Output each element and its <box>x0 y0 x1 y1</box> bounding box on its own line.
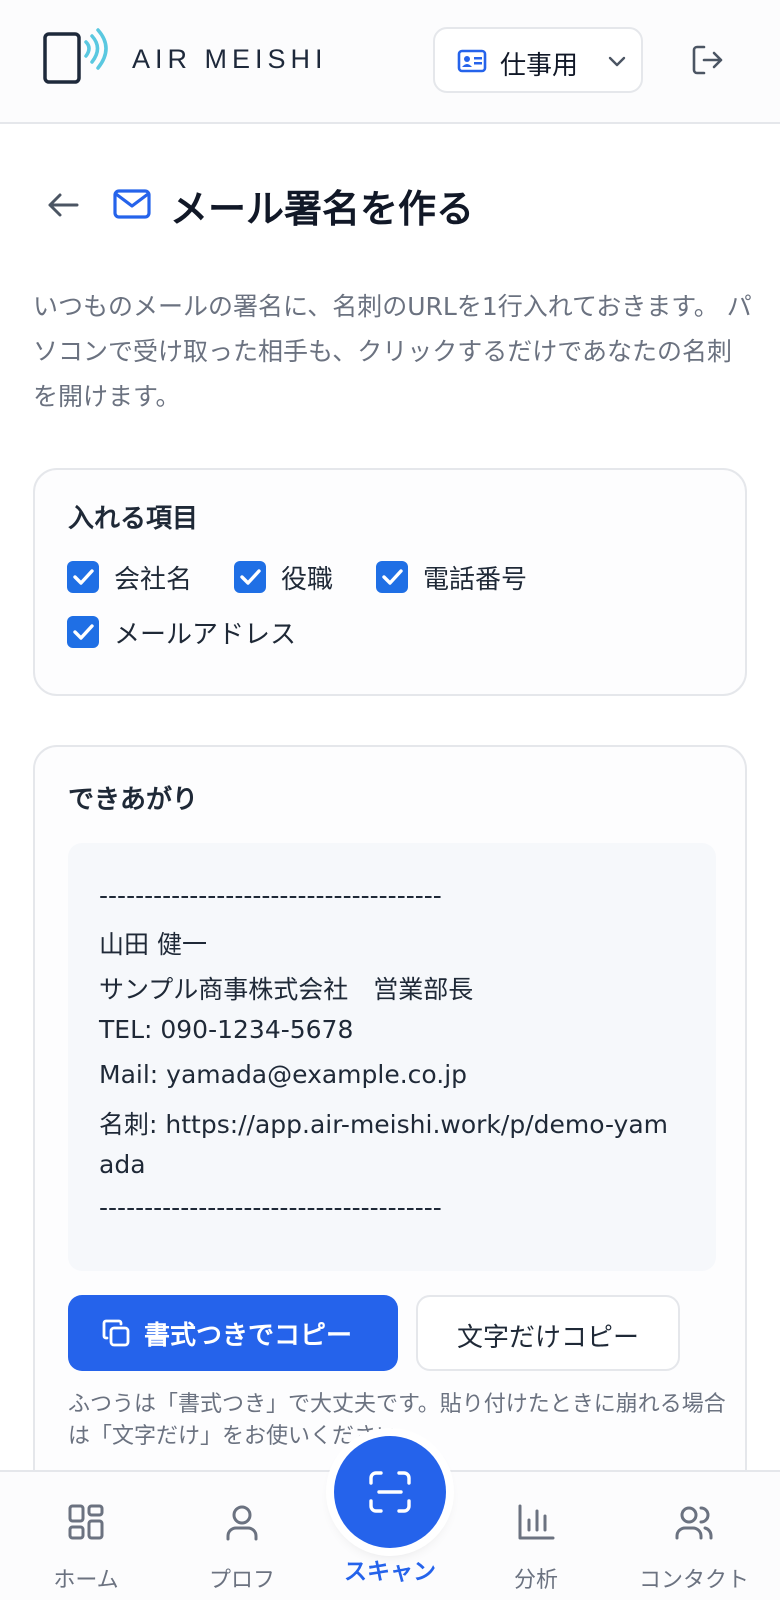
copy-text-button[interactable]: 文字だけコピー <box>416 1295 680 1371</box>
mail-icon <box>113 189 151 219</box>
grid-icon <box>68 1504 104 1540</box>
nav-analytics-label: 分析 <box>513 1568 558 1593</box>
user-icon <box>226 1505 258 1541</box>
signature-line: 山田 健一 <box>99 930 207 959</box>
check-icon <box>73 624 94 640</box>
nav-profile-label: プロフ <box>208 1568 275 1593</box>
profile-switch-dropdown[interactable]: 仕事用 <box>433 27 643 93</box>
checkbox-phone[interactable] <box>376 561 408 593</box>
nav-home[interactable]: ホーム <box>8 1472 164 1600</box>
check-icon <box>382 569 403 585</box>
nav-contacts[interactable]: コンタクト <box>616 1472 772 1600</box>
chevron-down-icon <box>608 56 626 67</box>
checkbox-email[interactable] <box>67 616 99 648</box>
scan-icon <box>369 1471 411 1513</box>
checkbox-company-label[interactable]: 会社名 <box>114 559 192 596</box>
signature-line: -------------------------------------- <box>99 1193 442 1222</box>
items-card-title: 入れる項目 <box>68 504 199 534</box>
checkbox-title[interactable] <box>234 561 266 593</box>
users-icon <box>675 1506 713 1540</box>
signature-line: ada <box>99 1150 146 1179</box>
copy-formatted-button[interactable]: 書式つきでコピー <box>68 1295 398 1371</box>
checkbox-phone-label[interactable]: 電話番号 <box>423 559 527 596</box>
checkbox-title-label[interactable]: 役職 <box>281 559 333 596</box>
checkbox-email-label[interactable]: メールアドレス <box>114 614 296 651</box>
check-icon <box>73 569 94 585</box>
copy-formatted-label: 書式つきでコピー <box>144 1321 353 1351</box>
nav-profile[interactable]: プロフ <box>164 1472 320 1600</box>
id-card-icon <box>457 49 487 73</box>
checkbox-company[interactable] <box>67 561 99 593</box>
copy-text-label: 文字だけコピー <box>456 1323 639 1353</box>
signature-line: 名刺: https://app.air-meishi.work/p/demo-y… <box>99 1110 669 1139</box>
nav-scan-label[interactable]: スキャン <box>312 1552 468 1586</box>
preview-card-title: できあがり <box>68 785 199 815</box>
logout-icon[interactable] <box>690 42 726 78</box>
copy-icon <box>102 1319 130 1347</box>
nav-home-label: ホーム <box>53 1568 119 1593</box>
scan-button[interactable] <box>334 1436 446 1548</box>
signature-line: サンプル商事株式会社 営業部長 <box>99 975 474 1004</box>
page-description: いつものメールの署名に、名刺のURLを1行入れておきます。 パソコンで受け取った… <box>33 292 752 411</box>
items-card: 入れる項目 会社名 役職 電話番号 メールアドレス <box>33 468 747 696</box>
logo-icon <box>43 28 108 84</box>
app-header: AIR MEISHI 仕事用 <box>0 0 780 124</box>
signature-line: Mail: yamada@example.co.jp <box>99 1060 468 1089</box>
back-arrow-icon[interactable] <box>44 186 82 224</box>
check-icon <box>240 569 261 585</box>
page-title: メール署名を作る <box>170 187 475 231</box>
bar-chart-icon <box>518 1504 555 1540</box>
signature-line: TEL: 090-1234-5678 <box>99 1015 354 1044</box>
signature-preview: -------------------------------------- 山… <box>68 843 716 1271</box>
preview-card: できあがり ----------------------------------… <box>33 745 747 1505</box>
profile-switch-label: 仕事用 <box>500 51 579 81</box>
nav-analytics[interactable]: 分析 <box>458 1472 614 1600</box>
app-name: AIR MEISHI <box>132 44 328 74</box>
nav-contacts-label: コンタクト <box>638 1568 749 1593</box>
signature-line: -------------------------------------- <box>99 881 442 910</box>
